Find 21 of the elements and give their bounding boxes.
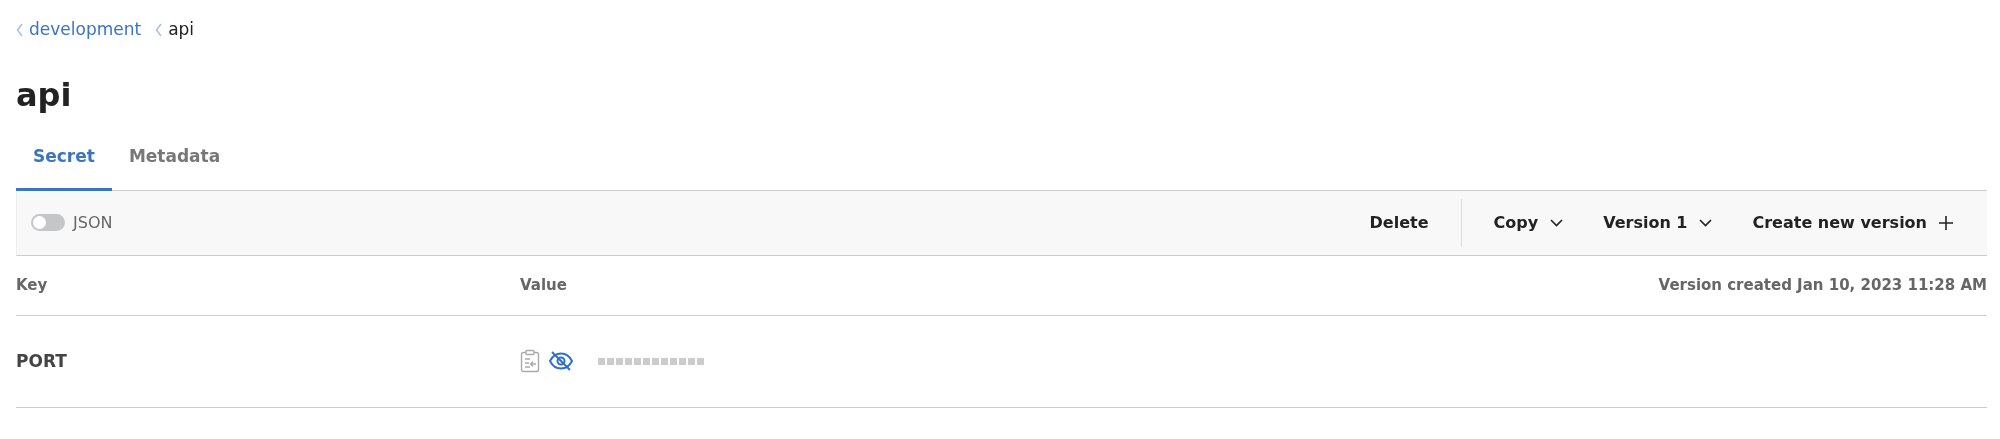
page-title: api [16, 76, 73, 115]
column-header: Key [16, 275, 49, 297]
toggle-switch[interactable] [31, 214, 65, 232]
delete-button[interactable]: Delete [1349, 204, 1449, 241]
plus-icon [1939, 215, 1953, 230]
toggle-label: JSON [73, 211, 113, 234]
key-cell-text: PORT [16, 349, 68, 373]
clipboard-icon[interactable] [520, 349, 540, 374]
eye-slash-icon[interactable] [548, 350, 574, 373]
dropdown-button[interactable]: Version 1 [1583, 204, 1733, 241]
breadcrumb-link[interactable]: development [29, 17, 142, 43]
create-button[interactable]: Create new version [1732, 204, 1973, 241]
column-header: Value [520, 275, 567, 297]
caret-icon [1550, 218, 1564, 227]
caret-icon [1699, 218, 1713, 227]
tab[interactable]: Metadata [111, 134, 238, 191]
dropdown-button[interactable]: Copy [1473, 204, 1584, 241]
chevron-left-icon [155, 23, 163, 37]
version-note: Version created Jan 10, 2023 11:28 AM [1658, 275, 1987, 297]
chevron-left-icon [16, 23, 23, 37]
breadcrumb-current: api [168, 18, 195, 42]
